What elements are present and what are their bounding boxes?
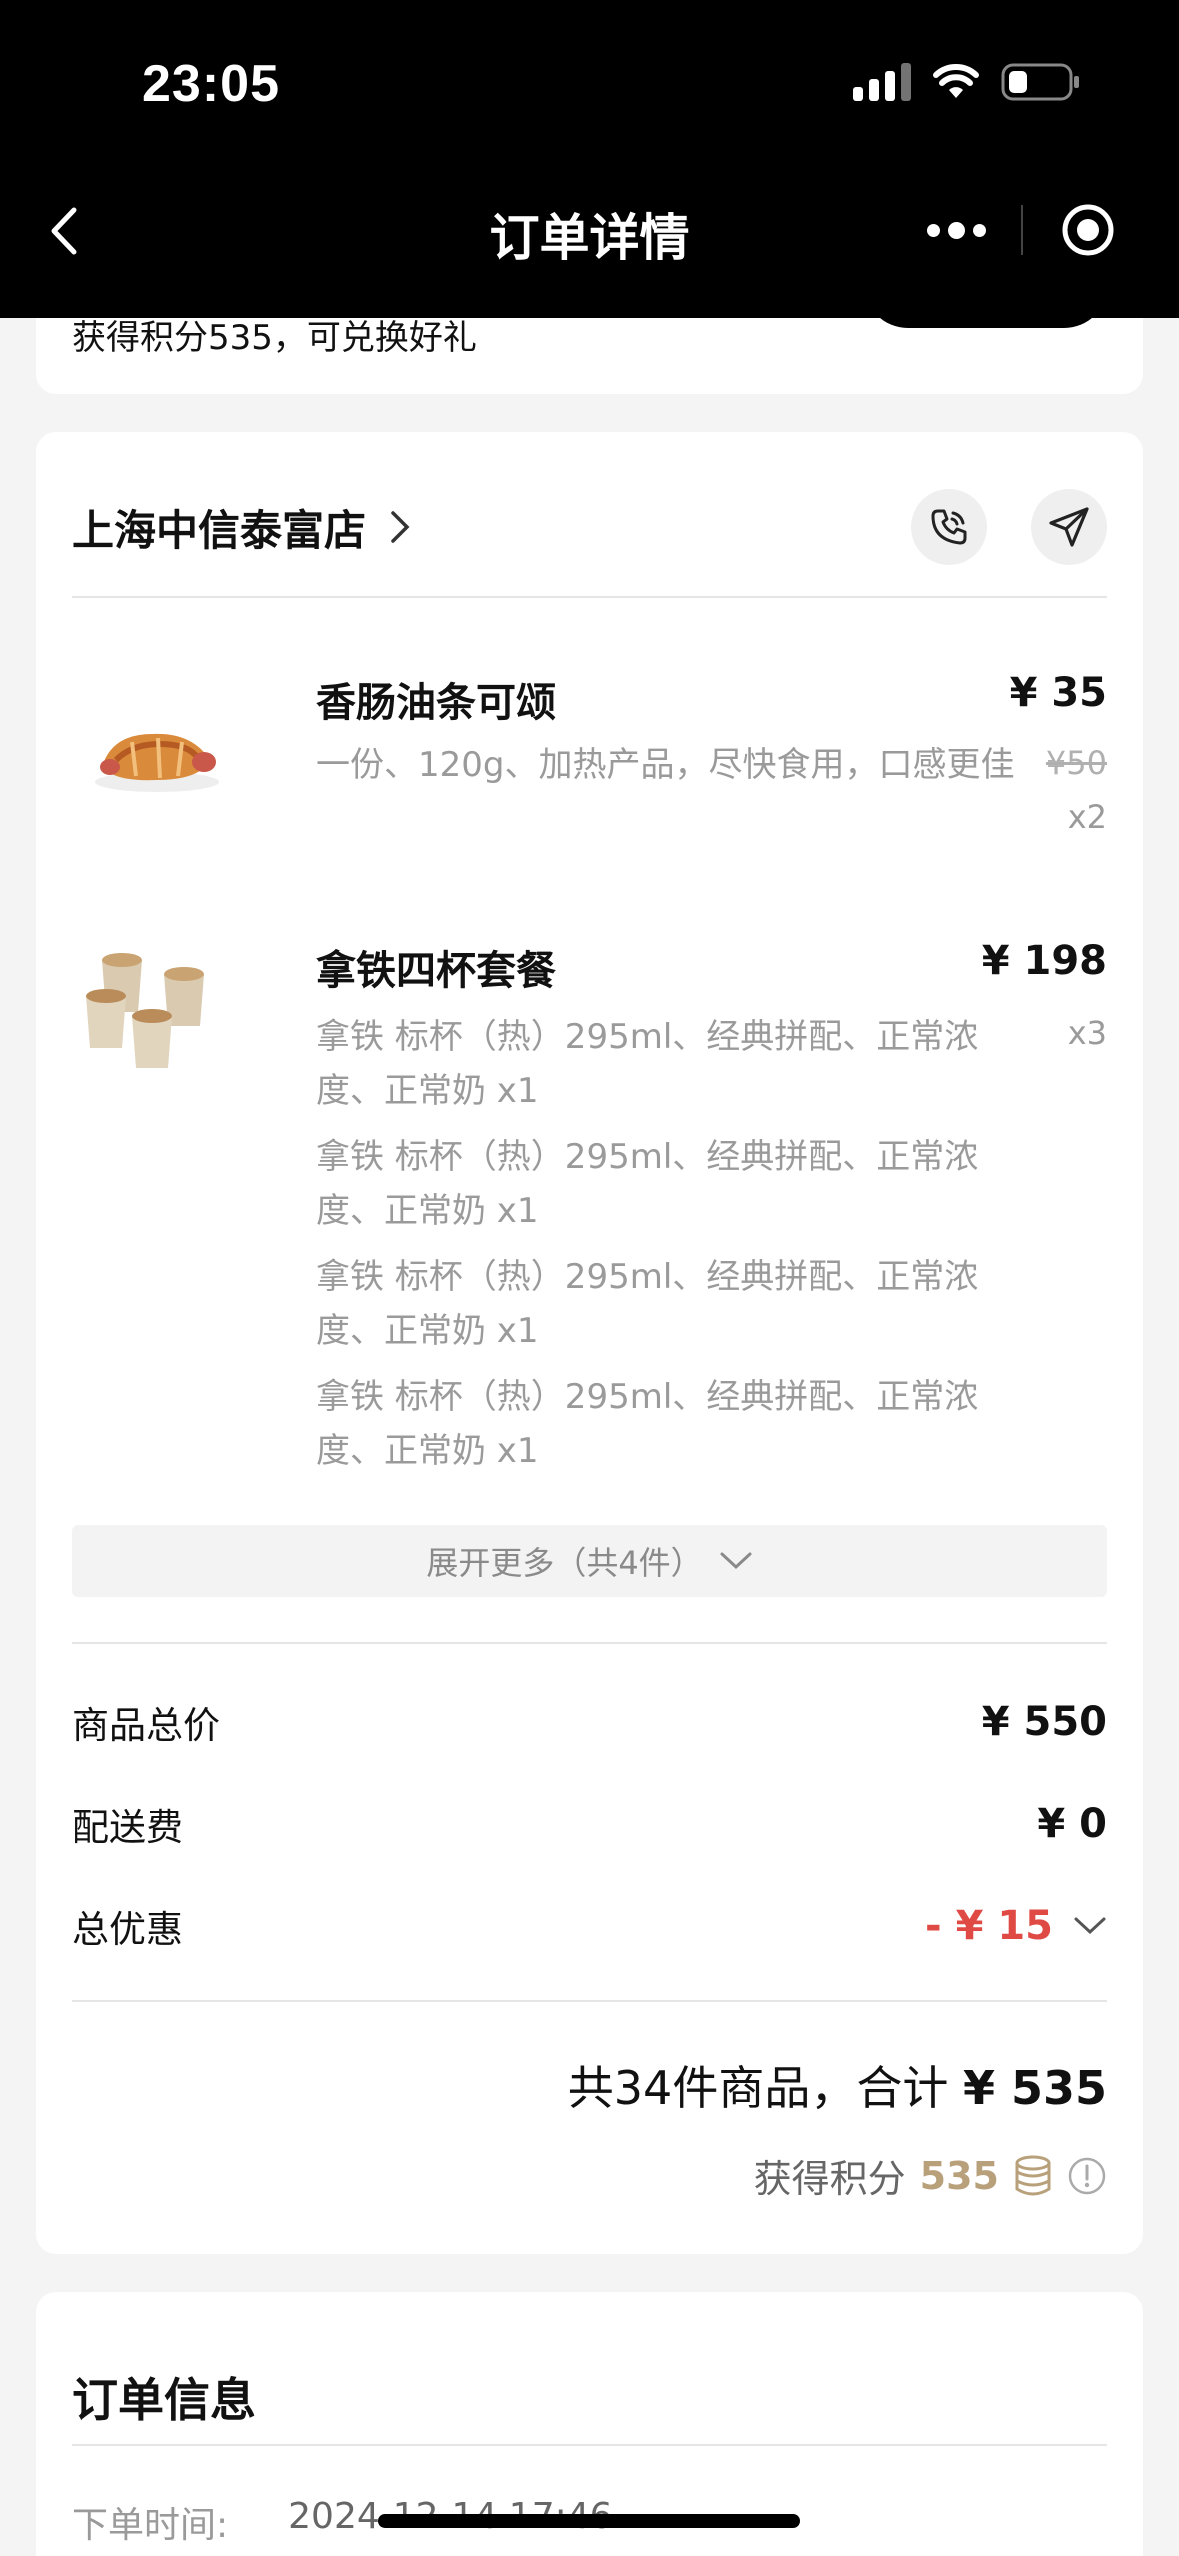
- divider: [72, 2000, 1107, 2002]
- item-option: 拿铁 标杯（热）295ml、经典拼配、正常浓度、正常奶 x1: [316, 1257, 979, 1351]
- delivery-fee-row: 配送费 ¥ 0: [72, 1794, 1107, 1854]
- earn-points: 获得积分 535: [754, 2148, 1107, 2203]
- order-total-prefix: 共34件商品，合计: [567, 2061, 949, 2115]
- wifi-icon: [933, 64, 979, 100]
- order-items-card: 上海中信泰富店 香肠油条可颂 一份、120g、加热产品，尽快食用，口感更佳 ¥ …: [36, 432, 1143, 2254]
- item-desc: 一份、120g、加热产品，尽快食用，口感更佳: [316, 745, 1015, 785]
- item-option: 拿铁 标杯（热）295ml、经典拼配、正常浓度、正常奶 x1: [316, 1137, 979, 1231]
- latte-set-image: [86, 953, 204, 1068]
- phone-icon[interactable]: [911, 489, 987, 565]
- list-item[interactable]: 拿铁四杯套餐 拿铁 标杯（热）295ml、经典拼配、正常浓度、正常奶 x1 拿铁…: [72, 930, 1107, 1490]
- divider: [72, 596, 1107, 598]
- item-option: 拿铁 标杯（热）295ml、经典拼配、正常浓度、正常奶 x1: [316, 1017, 979, 1111]
- battery-icon: [1001, 62, 1081, 102]
- order-total: 共34件商品，合计 ¥ 535: [568, 2052, 1107, 2118]
- item-price: ¥ 35: [1009, 670, 1107, 716]
- mini-program-capsule: [891, 188, 1153, 272]
- goods-total-value: ¥ 550: [981, 1699, 1107, 1745]
- discount-label: 总优惠: [72, 1908, 183, 1951]
- status-time: 23:05: [142, 55, 280, 113]
- discount-value-wrap[interactable]: - ¥ 15: [925, 1903, 1107, 1949]
- list-item[interactable]: 香肠油条可颂 一份、120g、加热产品，尽快食用，口感更佳 ¥ 35 ¥50 x…: [72, 652, 1107, 872]
- more-icon[interactable]: [891, 188, 1021, 272]
- divider: [72, 2444, 1107, 2446]
- chevron-right-icon: [391, 511, 410, 543]
- item-name: 拿铁四杯套餐: [316, 948, 556, 994]
- discount-row[interactable]: 总优惠 - ¥ 15: [72, 1896, 1107, 1956]
- status-icons: [853, 62, 1081, 102]
- item-option: 拿铁 标杯（热）295ml、经典拼配、正常浓度、正常奶 x1: [316, 1377, 979, 1471]
- earn-points-value: 535: [919, 2153, 999, 2198]
- store-row[interactable]: 上海中信泰富店: [72, 472, 1107, 582]
- navigate-icon[interactable]: [1031, 489, 1107, 565]
- divider: [72, 1642, 1107, 1644]
- item-qty: x3: [1067, 1014, 1107, 1052]
- expand-more-button[interactable]: 展开更多（共4件）: [72, 1525, 1107, 1597]
- target-icon[interactable]: [1023, 188, 1153, 272]
- signal-icon: [853, 63, 911, 101]
- coins-icon: [1015, 2155, 1051, 2195]
- expand-label: 展开更多（共4件）: [426, 1544, 703, 1582]
- goods-total-row: 商品总价 ¥ 550: [72, 1692, 1107, 1752]
- top-bar: 23:05 订单详情: [0, 0, 1179, 318]
- order-time-label: 下单时间:: [72, 2505, 229, 2546]
- croissant-image: [95, 733, 219, 792]
- earn-points-label: 获得积分: [753, 2157, 906, 2201]
- info-icon[interactable]: [1067, 2156, 1107, 2196]
- discount-value: - ¥ 15: [925, 1903, 1053, 1949]
- item-original-price: ¥50: [1045, 744, 1107, 782]
- goods-total-label: 商品总价: [72, 1704, 220, 1747]
- delivery-fee-value: ¥ 0: [1037, 1801, 1107, 1847]
- store-name[interactable]: 上海中信泰富店: [72, 497, 366, 558]
- delivery-fee-label: 配送费: [72, 1806, 183, 1849]
- order-info-title: 订单信息: [72, 2373, 256, 2427]
- chevron-down-icon: [1074, 1917, 1106, 1935]
- home-indicator[interactable]: [378, 2514, 800, 2528]
- item-price: ¥ 198: [981, 938, 1107, 984]
- item-name: 香肠油条可颂: [316, 680, 556, 726]
- chevron-down-icon: [720, 1552, 752, 1570]
- order-total-amount: ¥ 535: [962, 2061, 1107, 2115]
- item-qty: x2: [1067, 798, 1107, 836]
